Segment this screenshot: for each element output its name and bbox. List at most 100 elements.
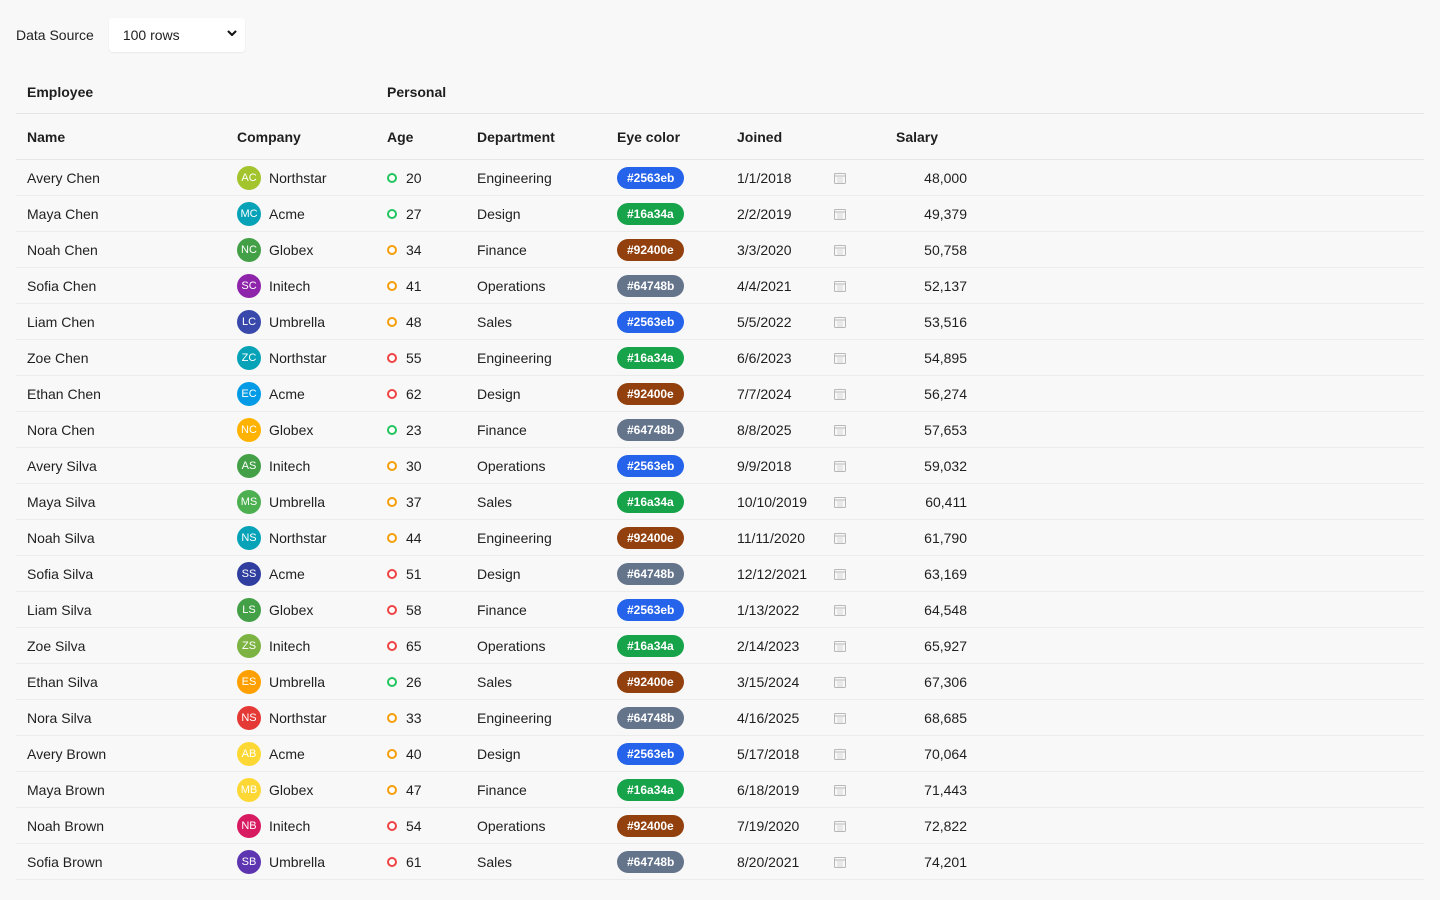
calendar-icon-cell[interactable] [834, 484, 846, 519]
table-row[interactable]: Noah Silva NS Northstar 44 Engineering #92400… [16, 520, 1424, 556]
calendar-icon[interactable] [834, 172, 846, 184]
department-cell[interactable]: Engineering [477, 160, 552, 195]
joined-cell[interactable]: 11/11/2020 [737, 520, 805, 555]
name-cell[interactable]: Liam Silva [27, 592, 92, 627]
age-cell[interactable]: 41 [387, 268, 422, 303]
company-cell[interactable]: MC Acme [237, 196, 305, 231]
company-cell[interactable]: MS Umbrella [237, 484, 325, 519]
eye-color-cell[interactable]: #2563eb [617, 160, 685, 195]
calendar-icon-cell[interactable] [834, 268, 846, 303]
joined-cell[interactable]: 7/7/2024 [737, 376, 792, 411]
calendar-icon[interactable] [834, 748, 846, 760]
age-cell[interactable]: 65 [387, 628, 422, 663]
salary-cell[interactable]: 56,274 [867, 376, 967, 411]
calendar-icon-cell[interactable] [834, 700, 846, 735]
age-cell[interactable]: 48 [387, 304, 422, 339]
name-cell[interactable]: Sofia Brown [27, 844, 102, 879]
salary-cell[interactable]: 48,000 [867, 160, 967, 195]
salary-cell[interactable]: 63,169 [867, 556, 967, 591]
name-cell[interactable]: Zoe Silva [27, 628, 85, 663]
table-row[interactable]: Sofia Chen SC Initech 41 Operations #64748b 4/… [16, 268, 1424, 304]
table-row[interactable]: Liam Chen LC Umbrella 48 Sales #2563eb 5/5/202… [16, 304, 1424, 340]
joined-cell[interactable]: 1/13/2022 [737, 592, 799, 627]
eye-color-cell[interactable]: #16a34a [617, 628, 684, 663]
company-cell[interactable]: NS Northstar [237, 520, 327, 555]
calendar-icon-cell[interactable] [834, 664, 846, 699]
department-cell[interactable]: Engineering [477, 520, 552, 555]
calendar-icon-cell[interactable] [834, 232, 846, 267]
calendar-icon[interactable] [834, 424, 846, 436]
age-cell[interactable]: 58 [387, 592, 422, 627]
age-cell[interactable]: 34 [387, 232, 422, 267]
joined-cell[interactable]: 6/18/2019 [737, 772, 799, 807]
calendar-icon[interactable] [834, 820, 846, 832]
department-cell[interactable]: Design [477, 736, 521, 771]
calendar-icon[interactable] [834, 352, 846, 364]
department-cell[interactable]: Finance [477, 412, 527, 447]
joined-cell[interactable]: 10/10/2019 [737, 484, 807, 519]
company-cell[interactable]: NB Initech [237, 808, 310, 843]
company-cell[interactable]: ZS Initech [237, 628, 310, 663]
calendar-icon-cell[interactable] [834, 196, 846, 231]
joined-cell[interactable]: 7/19/2020 [737, 808, 799, 843]
department-cell[interactable]: Operations [477, 268, 545, 303]
name-cell[interactable]: Avery Silva [27, 448, 97, 483]
group-header-personal[interactable]: Personal [387, 84, 446, 100]
salary-cell[interactable]: 71,443 [867, 772, 967, 807]
calendar-icon-cell[interactable] [834, 412, 846, 447]
salary-cell[interactable]: 70,064 [867, 736, 967, 771]
salary-cell[interactable]: 68,685 [867, 700, 967, 735]
company-cell[interactable]: ES Umbrella [237, 664, 325, 699]
column-header-company[interactable]: Company [237, 129, 301, 145]
data-source-select[interactable]: 100 rows [108, 18, 245, 52]
eye-color-cell[interactable]: #92400e [617, 376, 684, 411]
department-cell[interactable]: Operations [477, 808, 545, 843]
column-header-eye-color[interactable]: Eye color [617, 129, 680, 145]
eye-color-cell[interactable]: #16a34a [617, 772, 684, 807]
table-row[interactable]: Maya Brown MB Globex 47 Finance #16a34a 6/18/2… [16, 772, 1424, 808]
salary-cell[interactable]: 64,548 [867, 592, 967, 627]
name-cell[interactable]: Avery Brown [27, 736, 106, 771]
eye-color-cell[interactable]: #64748b [617, 412, 685, 447]
calendar-icon[interactable] [834, 496, 846, 508]
calendar-icon-cell[interactable] [834, 448, 846, 483]
age-cell[interactable]: 26 [387, 664, 422, 699]
table-row[interactable]: Nora Chen NC Globex 23 Finance #64748b 8/8/202… [16, 412, 1424, 448]
calendar-icon-cell[interactable] [834, 772, 846, 807]
department-cell[interactable]: Operations [477, 448, 545, 483]
company-cell[interactable]: NS Northstar [237, 700, 327, 735]
table-row[interactable]: Sofia Silva SS Acme 51 Design #64748b 12/12/20… [16, 556, 1424, 592]
salary-cell[interactable]: 52,137 [867, 268, 967, 303]
name-cell[interactable]: Maya Brown [27, 772, 105, 807]
calendar-icon[interactable] [834, 568, 846, 580]
eye-color-cell[interactable]: #92400e [617, 808, 684, 843]
company-cell[interactable]: AS Initech [237, 448, 310, 483]
company-cell[interactable]: AB Acme [237, 736, 305, 771]
eye-color-cell[interactable]: #16a34a [617, 196, 684, 231]
department-cell[interactable]: Sales [477, 664, 512, 699]
age-cell[interactable]: 51 [387, 556, 422, 591]
table-row[interactable]: Avery Chen AC Northstar 20 Engineering #2563e… [16, 160, 1424, 196]
salary-cell[interactable]: 74,201 [867, 844, 967, 879]
joined-cell[interactable]: 6/6/2023 [737, 340, 792, 375]
calendar-icon[interactable] [834, 316, 846, 328]
table-row[interactable]: Maya Chen MC Acme 27 Design #16a34a 2/2/2019 49… [16, 196, 1424, 232]
calendar-icon[interactable] [834, 532, 846, 544]
table-row[interactable]: Ethan Chen EC Acme 62 Design #92400e 7/7/2024 5… [16, 376, 1424, 412]
column-header-salary[interactable]: Salary [896, 129, 938, 145]
salary-cell[interactable]: 49,379 [867, 196, 967, 231]
department-cell[interactable]: Design [477, 556, 521, 591]
calendar-icon[interactable] [834, 604, 846, 616]
company-cell[interactable]: SC Initech [237, 268, 310, 303]
age-cell[interactable]: 55 [387, 340, 422, 375]
name-cell[interactable]: Ethan Silva [27, 664, 98, 699]
joined-cell[interactable]: 1/1/2018 [737, 160, 792, 195]
table-row[interactable]: Nora Silva NS Northstar 33 Engineering #64748… [16, 700, 1424, 736]
column-header-name[interactable]: Name [27, 129, 65, 145]
table-row[interactable]: Sofia Brown SB Umbrella 61 Sales #64748b 8/20/… [16, 844, 1424, 880]
table-row[interactable]: Avery Brown AB Acme 40 Design #2563eb 5/17/201… [16, 736, 1424, 772]
department-cell[interactable]: Finance [477, 772, 527, 807]
eye-color-cell[interactable]: #16a34a [617, 484, 684, 519]
joined-cell[interactable]: 12/12/2021 [737, 556, 807, 591]
eye-color-cell[interactable]: #2563eb [617, 592, 685, 627]
